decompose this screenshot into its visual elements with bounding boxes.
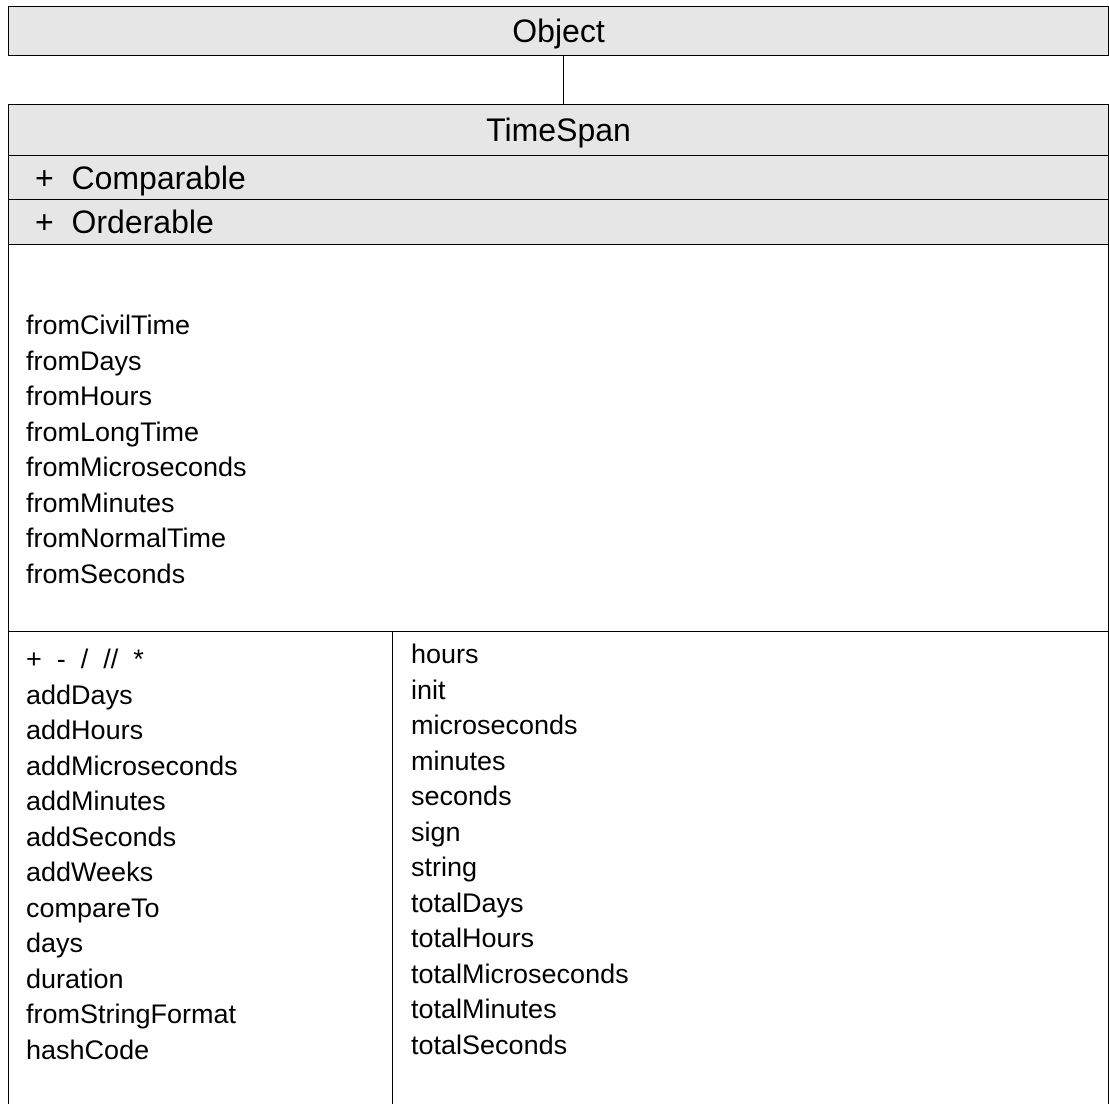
column-divider <box>392 632 393 1104</box>
superclass-box[interactable]: Object <box>8 6 1109 56</box>
method-item[interactable]: totalSeconds <box>411 1028 629 1064</box>
method-item[interactable]: totalMicroseconds <box>411 957 629 993</box>
method-item[interactable]: days <box>26 926 238 962</box>
class-title-box[interactable]: TimeSpan <box>8 104 1109 156</box>
method-item[interactable]: addSeconds <box>26 820 238 856</box>
method-item[interactable]: fromHours <box>26 379 247 415</box>
method-item[interactable]: hours <box>411 637 629 673</box>
method-item[interactable]: init <box>411 673 629 709</box>
method-item[interactable]: microseconds <box>411 708 629 744</box>
method-item[interactable]: hashCode <box>26 1033 238 1069</box>
instance-methods-column-1: + - / // * addDays addHours addMicroseco… <box>26 642 238 1068</box>
instance-methods-divider <box>8 631 1109 632</box>
method-item[interactable]: fromNormalTime <box>26 521 247 557</box>
method-item[interactable]: addMinutes <box>26 784 238 820</box>
static-methods-list: fromCivilTime fromDays fromHours fromLon… <box>26 308 247 592</box>
interface-label: + Orderable <box>35 204 214 240</box>
method-item[interactable]: totalHours <box>411 921 629 957</box>
interface-label: + Comparable <box>35 159 246 196</box>
method-item[interactable]: minutes <box>411 744 629 780</box>
method-item[interactable]: compareTo <box>26 891 238 927</box>
method-item[interactable]: fromLongTime <box>26 415 247 451</box>
method-item[interactable]: sign <box>411 815 629 851</box>
method-item[interactable]: addMicroseconds <box>26 749 238 785</box>
method-item[interactable]: fromCivilTime <box>26 308 247 344</box>
method-item[interactable]: + - / // * <box>26 642 238 678</box>
method-item[interactable]: addWeeks <box>26 855 238 891</box>
method-item[interactable]: totalMinutes <box>411 992 629 1028</box>
method-item[interactable]: fromDays <box>26 344 247 380</box>
method-item[interactable]: duration <box>26 962 238 998</box>
interface-row-orderable[interactable]: + Orderable <box>8 199 1109 245</box>
method-item[interactable]: fromMinutes <box>26 486 247 522</box>
method-item[interactable]: addHours <box>26 713 238 749</box>
interface-row-comparable[interactable]: + Comparable <box>8 155 1109 200</box>
method-item[interactable]: fromMicroseconds <box>26 450 247 486</box>
method-item[interactable]: fromStringFormat <box>26 997 238 1033</box>
method-item[interactable]: string <box>411 850 629 886</box>
inheritance-connector <box>563 55 564 104</box>
method-item[interactable]: addDays <box>26 678 238 714</box>
superclass-name: Object <box>512 13 605 49</box>
method-item[interactable]: totalDays <box>411 886 629 922</box>
instance-methods-column-2: hours init microseconds minutes seconds … <box>411 637 629 1063</box>
method-item[interactable]: fromSeconds <box>26 557 247 593</box>
method-item[interactable]: seconds <box>411 779 629 815</box>
class-name: TimeSpan <box>486 112 631 148</box>
